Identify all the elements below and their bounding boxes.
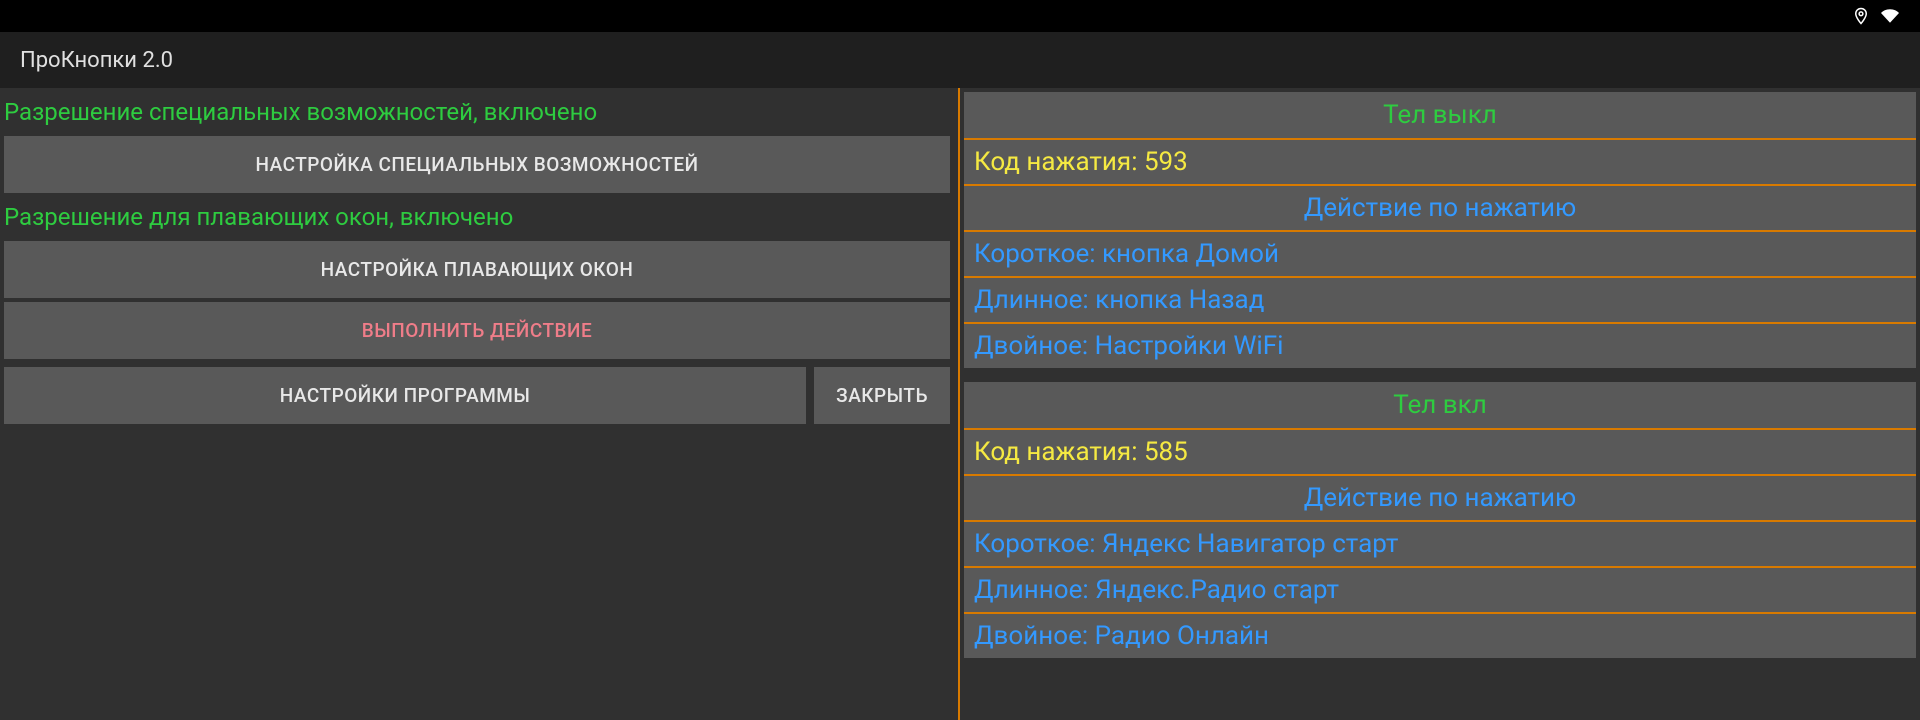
- key-card-double: Двойное: Настройки WiFi: [964, 324, 1916, 368]
- app-header: ПроКнопки 2.0: [0, 32, 1920, 88]
- key-card-title: Тел выкл: [964, 92, 1916, 140]
- app-title: ПроКнопки 2.0: [20, 48, 173, 73]
- accessibility-status: Разрешение специальных возможностей, вкл…: [0, 92, 954, 132]
- bottom-button-row: НАСТРОЙКИ ПРОГРАММЫ ЗАКРЫТЬ: [0, 363, 954, 428]
- wifi-icon: [1880, 7, 1900, 25]
- key-card-code: Код нажатия: 585: [964, 430, 1916, 476]
- key-card-long: Длинное: Яндекс.Радио старт: [964, 568, 1916, 614]
- key-card-action-header: Действие по нажатию: [964, 186, 1916, 232]
- accessibility-settings-button[interactable]: НАСТРОЙКА СПЕЦИАЛЬНЫХ ВОЗМОЖНОСТЕЙ: [4, 136, 950, 193]
- execute-action-button[interactable]: ВЫПОЛНИТЬ ДЕЙСТВИЕ: [4, 302, 950, 359]
- key-card-title: Тел вкл: [964, 382, 1916, 430]
- floating-status: Разрешение для плавающих окон, включено: [0, 197, 954, 237]
- status-bar: [0, 0, 1920, 32]
- key-card-short: Короткое: Яндекс Навигатор старт: [964, 522, 1916, 568]
- key-card-action-header: Действие по нажатию: [964, 476, 1916, 522]
- location-icon: [1852, 7, 1870, 25]
- key-card-long: Длинное: кнопка Назад: [964, 278, 1916, 324]
- key-card[interactable]: Тел вкл Код нажатия: 585 Действие по наж…: [964, 382, 1916, 658]
- left-pane: Разрешение специальных возможностей, вкл…: [0, 88, 960, 720]
- right-pane[interactable]: Тел выкл Код нажатия: 593 Действие по на…: [960, 88, 1920, 720]
- main-content: Разрешение специальных возможностей, вкл…: [0, 88, 1920, 720]
- key-card[interactable]: Тел выкл Код нажатия: 593 Действие по на…: [964, 92, 1916, 368]
- key-card-code: Код нажатия: 593: [964, 140, 1916, 186]
- key-card-double: Двойное: Радио Онлайн: [964, 614, 1916, 658]
- program-settings-button[interactable]: НАСТРОЙКИ ПРОГРАММЫ: [4, 367, 806, 424]
- close-button[interactable]: ЗАКРЫТЬ: [814, 367, 950, 424]
- key-card-short: Короткое: кнопка Домой: [964, 232, 1916, 278]
- floating-settings-button[interactable]: НАСТРОЙКА ПЛАВАЮЩИХ ОКОН: [4, 241, 950, 298]
